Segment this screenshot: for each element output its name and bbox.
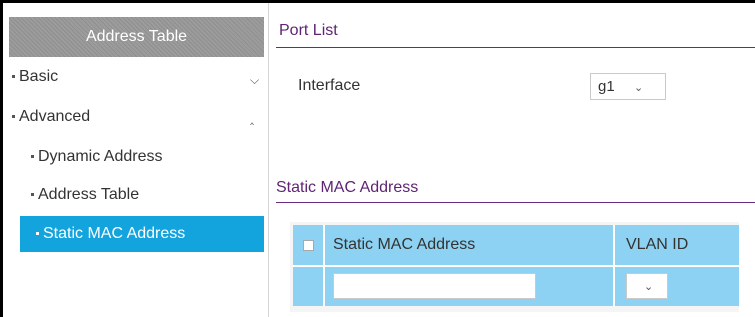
chevron-down-icon: ⌄ [644, 281, 654, 293]
nav-item-static-mac-address-label: Static MAC Address [43, 225, 186, 242]
sidebar: Address Table Basic ⌵ Advanced ‸ Dynamic… [3, 3, 265, 317]
chevron-down-icon: ⌄ [634, 82, 644, 94]
row-separator [293, 265, 739, 267]
nav-item-address-table[interactable]: Address Table [31, 186, 139, 204]
static-mac-underline [276, 202, 755, 203]
nav-item-basic[interactable]: Basic [12, 68, 58, 86]
interface-select[interactable]: g1 ⌄ [590, 73, 666, 100]
sidebar-divider [268, 3, 269, 317]
nav-item-dynamic-address-label: Dynamic Address [38, 148, 163, 165]
sidebar-header: Address Table [9, 17, 264, 57]
column-header-vlan-id: VLAN ID [626, 236, 689, 253]
interface-label: Interface [298, 77, 361, 94]
select-all-checkbox[interactable] [303, 240, 314, 251]
nav-item-address-table-label: Address Table [38, 186, 140, 203]
port-list-title: Port List [279, 22, 338, 39]
nav-item-basic-label: Basic [19, 68, 59, 85]
bullet-icon [31, 154, 34, 158]
chevron-up-icon[interactable]: ‸ [250, 111, 254, 125]
interface-select-value: g1 [598, 78, 615, 95]
mac-address-input[interactable] [333, 273, 536, 299]
bullet-icon [12, 114, 15, 118]
bullet-icon [36, 231, 39, 235]
column-header-static-mac: Static MAC Address [333, 236, 476, 253]
table-header-row: Static MAC Address VLAN ID [293, 225, 739, 265]
chevron-down-icon[interactable]: ⌵ [250, 73, 259, 88]
nav-item-static-mac-address[interactable]: Static MAC Address [20, 216, 264, 252]
vlan-id-select[interactable]: ⌄ [626, 273, 668, 299]
static-mac-title: Static MAC Address [276, 179, 419, 196]
port-list-underline [276, 47, 755, 48]
bullet-icon [31, 192, 34, 196]
nav-item-advanced[interactable]: Advanced [12, 108, 90, 126]
static-mac-table: Static MAC Address VLAN ID ⌄ [290, 222, 739, 312]
bullet-icon [12, 74, 15, 78]
nav-item-advanced-label: Advanced [19, 108, 91, 125]
nav-item-dynamic-address[interactable]: Dynamic Address [31, 148, 163, 166]
table-row: ⌄ [293, 265, 739, 306]
